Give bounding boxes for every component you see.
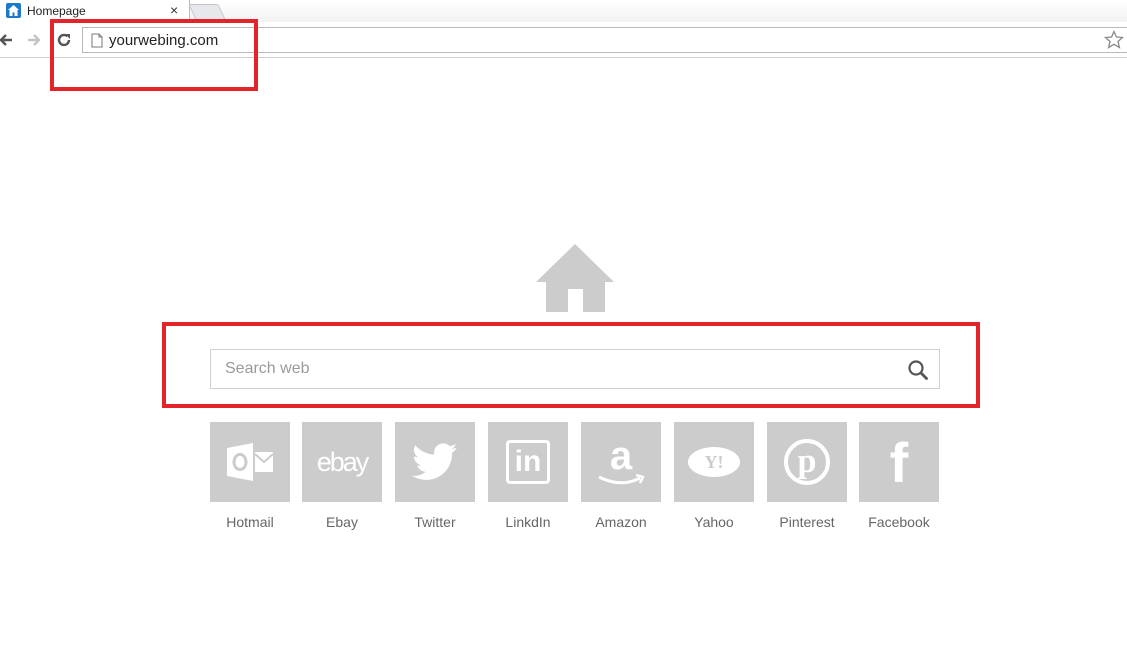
shortcut-hotmail[interactable]: Hotmail: [210, 422, 290, 530]
shortcut-ebay[interactable]: ebay Ebay: [302, 422, 382, 530]
shortcut-label: Ebay: [326, 514, 358, 530]
home-logo-icon: [535, 243, 615, 318]
shortcut-label: LinkdIn: [505, 514, 551, 530]
amazon-icon[interactable]: a: [581, 422, 661, 502]
tab-title: Homepage: [27, 4, 86, 18]
shortcut-label: Twitter: [414, 514, 456, 530]
shortcut-label: Facebook: [868, 514, 930, 530]
yahoo-badge: Y!: [688, 447, 740, 477]
pinterest-icon[interactable]: p: [767, 422, 847, 502]
yahoo-icon[interactable]: Y!: [674, 422, 754, 502]
shortcut-label: Hotmail: [226, 514, 274, 530]
ebay-icon[interactable]: ebay: [302, 422, 382, 502]
shortcut-linkedin[interactable]: in LinkdIn: [488, 422, 568, 530]
shortcut-label: Pinterest: [779, 514, 835, 530]
url-highlight-box: [50, 19, 258, 91]
shortcut-facebook[interactable]: f Facebook: [859, 422, 939, 530]
shortcut-label: Amazon: [595, 514, 647, 530]
bookmark-star-icon[interactable]: [1103, 29, 1125, 55]
pinterest-ring: p: [784, 439, 830, 485]
forward-arrow-icon[interactable]: [24, 30, 44, 50]
tab-close-icon[interactable]: ×: [170, 2, 178, 18]
shortcut-yahoo[interactable]: Y! Yahoo: [674, 422, 754, 530]
shortcut-grid: Hotmail ebay Ebay Twitter in LinkdIn a A…: [210, 422, 950, 542]
tab-strip-background: [190, 0, 1127, 22]
shortcut-twitter[interactable]: Twitter: [395, 422, 475, 530]
shortcut-amazon[interactable]: a Amazon: [581, 422, 661, 530]
shortcut-pinterest[interactable]: p Pinterest: [767, 422, 847, 530]
back-arrow-icon[interactable]: [0, 30, 16, 50]
outlook-icon[interactable]: [210, 422, 290, 502]
linkedin-frame: in: [506, 440, 550, 484]
home-favicon-icon: [6, 3, 21, 18]
twitter-icon[interactable]: [395, 422, 475, 502]
search-highlight-box: [162, 322, 980, 408]
linkedin-icon[interactable]: in: [488, 422, 568, 502]
facebook-icon[interactable]: f: [859, 422, 939, 502]
shortcut-label: Yahoo: [694, 514, 734, 530]
